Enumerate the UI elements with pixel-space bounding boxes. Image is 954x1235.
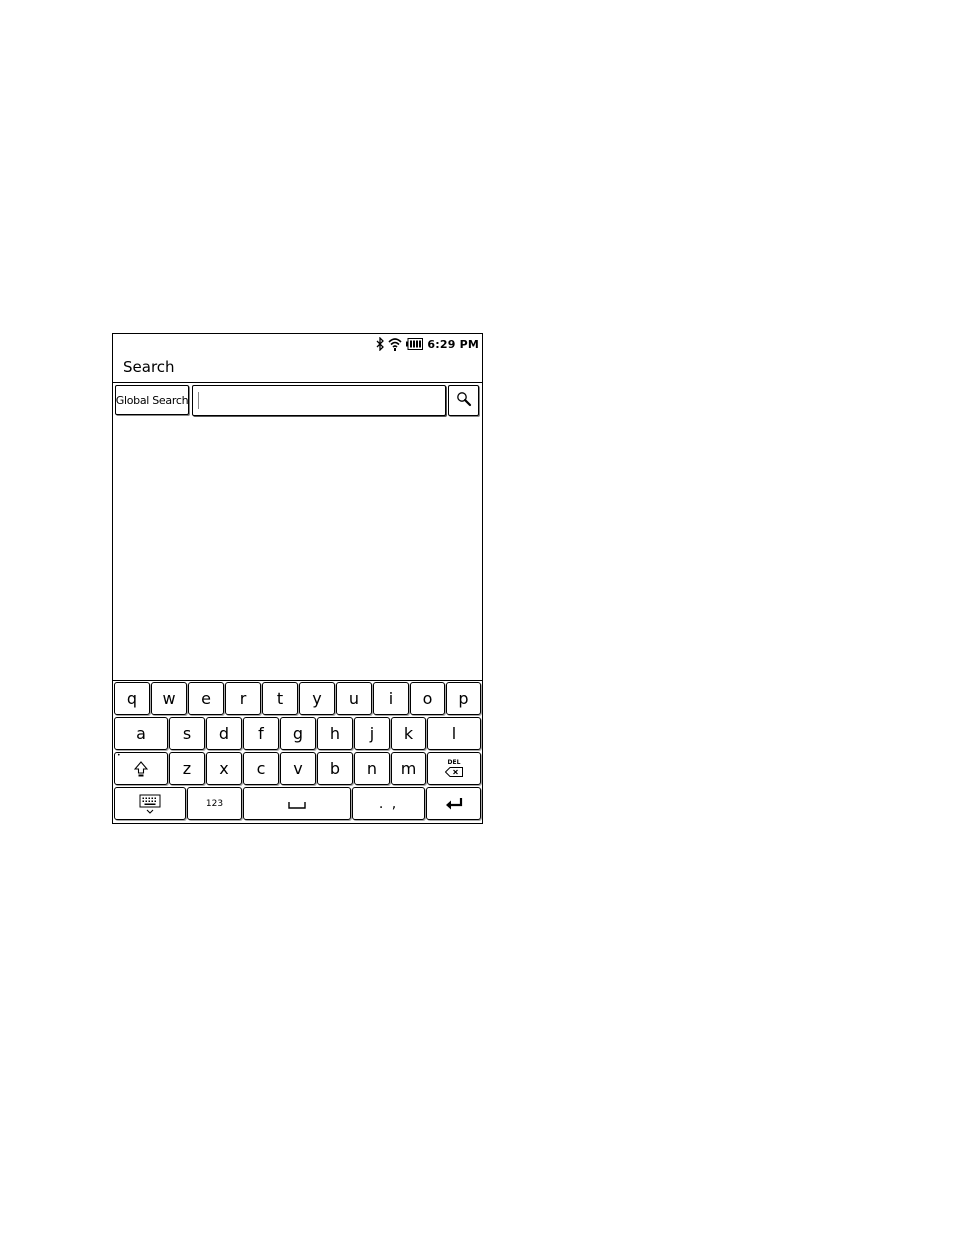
key-u[interactable]: u [336, 682, 372, 715]
shift-key[interactable]: • [114, 752, 168, 785]
key-f[interactable]: f [243, 717, 279, 750]
key-m[interactable]: m [391, 752, 426, 785]
wifi-icon [388, 337, 402, 351]
text-caret [198, 392, 199, 409]
key-b[interactable]: b [317, 752, 353, 785]
device-screen: 6:29 PM Search Global Search q w e r t y… [112, 333, 483, 824]
key-y[interactable]: y [299, 682, 335, 715]
key-h[interactable]: h [317, 717, 353, 750]
hide-keyboard-key[interactable] [114, 787, 186, 820]
status-time: 6:29 PM [427, 337, 479, 351]
keyboard-hide-icon [139, 793, 161, 815]
key-o[interactable]: o [410, 682, 445, 715]
key-d[interactable]: d [206, 717, 242, 750]
keyboard-row-2: a s d f g h j k l [113, 716, 482, 752]
keyboard-row-1: q w e r t y u i o p [113, 681, 482, 717]
key-g[interactable]: g [280, 717, 316, 750]
bluetooth-icon [376, 337, 385, 351]
key-i[interactable]: i [373, 682, 409, 715]
search-input[interactable] [192, 385, 446, 416]
status-bar: 6:29 PM [113, 334, 482, 354]
enter-icon [445, 797, 463, 811]
delete-key[interactable]: DEL [427, 752, 481, 785]
enter-key[interactable] [426, 787, 481, 820]
key-k[interactable]: k [391, 717, 426, 750]
search-submit-button[interactable] [448, 385, 479, 416]
shift-icon [134, 760, 148, 777]
punctuation-key[interactable]: . , [352, 787, 425, 820]
space-key[interactable] [243, 787, 351, 820]
key-e[interactable]: e [188, 682, 224, 715]
page-title: Search [123, 358, 175, 376]
key-hint-dot: • [117, 752, 121, 759]
key-s[interactable]: s [169, 717, 205, 750]
magnifier-icon [456, 391, 472, 411]
soft-keyboard: q w e r t y u i o p a s d f g h j k l • [113, 680, 482, 823]
key-w[interactable]: w [151, 682, 187, 715]
key-j[interactable]: j [354, 717, 390, 750]
numbers-key[interactable]: 123 [187, 787, 242, 820]
key-x[interactable]: x [206, 752, 242, 785]
key-q[interactable]: q [114, 682, 150, 715]
search-scope-button[interactable]: Global Search [115, 385, 189, 415]
title-divider [113, 382, 482, 383]
key-v[interactable]: v [280, 752, 316, 785]
key-c[interactable]: c [243, 752, 279, 785]
key-p[interactable]: p [446, 682, 481, 715]
key-l[interactable]: l [427, 717, 481, 750]
battery-icon [406, 338, 424, 350]
status-icons: 6:29 PM [376, 335, 479, 353]
key-a[interactable]: a [114, 717, 168, 750]
delete-key-label: DEL [447, 759, 461, 766]
key-t[interactable]: t [262, 682, 298, 715]
space-icon [288, 798, 306, 810]
key-n[interactable]: n [354, 752, 390, 785]
key-r[interactable]: r [225, 682, 261, 715]
key-z[interactable]: z [169, 752, 205, 785]
backspace-icon [445, 767, 463, 777]
keyboard-row-4: 123 . , [113, 786, 482, 822]
keyboard-row-3: • z x c v b n m DEL [113, 751, 482, 787]
